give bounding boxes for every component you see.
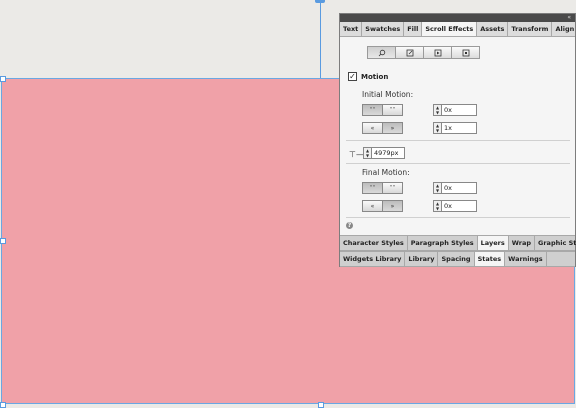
- initial-horizontal-speed-input[interactable]: 1x: [442, 122, 477, 134]
- move-down-button[interactable]: ˅˅: [383, 182, 403, 194]
- move-down-button[interactable]: ˅˅: [383, 104, 403, 116]
- divider: [346, 217, 570, 218]
- move-left-button[interactable]: «: [362, 122, 383, 134]
- tab-transform[interactable]: Transform: [508, 22, 553, 36]
- scroll-effect-mode-bar: [367, 46, 575, 59]
- initial-vertical-speed: ▲ ▼ 0x: [433, 104, 477, 116]
- final-horizontal-speed: ▲ ▼ 0x: [433, 200, 477, 212]
- top-tab-bar: Text Swatches Fill Scroll Effects Assets…: [340, 22, 575, 37]
- tab-warnings[interactable]: Warnings: [505, 252, 547, 266]
- stepper[interactable]: ▲ ▼: [363, 147, 372, 159]
- move-right-button[interactable]: »: [383, 122, 403, 134]
- motion-label: Motion: [361, 72, 389, 81]
- tab-scroll-effects[interactable]: Scroll Effects: [422, 22, 478, 36]
- vertical-guide-line: [320, 0, 321, 78]
- initial-motion-title: Initial Motion:: [362, 90, 414, 99]
- resize-handle-bottom-left[interactable]: [0, 402, 6, 408]
- tab-widgets-library[interactable]: Widgets Library: [340, 252, 406, 266]
- resize-handle-bottom[interactable]: [318, 402, 324, 408]
- motion-checkbox[interactable]: ✓: [348, 72, 357, 81]
- stepper[interactable]: ▲ ▼: [433, 122, 442, 134]
- tab-spacing[interactable]: Spacing: [438, 252, 475, 266]
- stepper[interactable]: ▲ ▼: [433, 104, 442, 116]
- tab-align[interactable]: Align: [552, 22, 576, 36]
- bottom-tab-bar-1: Character Styles Paragraph Styles Layers…: [340, 235, 576, 251]
- panel-header: «: [340, 14, 575, 22]
- initial-horizontal-speed: ▲ ▼ 1x: [433, 122, 477, 134]
- collapse-icon[interactable]: «: [567, 14, 571, 22]
- resize-icon[interactable]: [396, 46, 424, 59]
- move-left-button[interactable]: «: [362, 200, 383, 212]
- final-motion-title: Final Motion:: [362, 168, 410, 177]
- tab-fill[interactable]: Fill: [404, 22, 423, 36]
- tab-wrap[interactable]: Wrap: [509, 236, 536, 250]
- key-position-icon: ⊤—: [349, 150, 364, 159]
- help-icon[interactable]: ?: [346, 222, 353, 229]
- initial-vertical-direction: ˄˄ ˅˅: [362, 104, 403, 116]
- stepper[interactable]: ▲ ▼: [433, 182, 442, 194]
- divider: [346, 140, 570, 141]
- tab-states[interactable]: States: [474, 252, 506, 266]
- move-up-button[interactable]: ˄˄: [362, 104, 383, 116]
- tab-paragraph-styles[interactable]: Paragraph Styles: [408, 236, 478, 250]
- tab-library[interactable]: Library: [405, 252, 439, 266]
- tab-layers[interactable]: Layers: [477, 236, 509, 250]
- tab-swatches[interactable]: Swatches: [362, 22, 405, 36]
- final-vertical-speed: ▲ ▼ 0x: [433, 182, 477, 194]
- properties-panel: « Text Swatches Fill Scroll Effects Asse…: [339, 13, 576, 267]
- final-horizontal-speed-input[interactable]: 0x: [442, 200, 477, 212]
- move-up-button[interactable]: ˄˄: [362, 182, 383, 194]
- tab-character-styles[interactable]: Character Styles: [340, 236, 408, 250]
- slideshow-icon[interactable]: [424, 46, 452, 59]
- resize-handle-left[interactable]: [0, 238, 6, 244]
- initial-vertical-speed-input[interactable]: 0x: [442, 104, 477, 116]
- initial-horizontal-direction: « »: [362, 122, 403, 134]
- key-position-input[interactable]: 4979px: [372, 147, 405, 159]
- move-right-button[interactable]: »: [383, 200, 403, 212]
- final-horizontal-direction: « »: [362, 200, 403, 212]
- tab-text[interactable]: Text: [340, 22, 363, 36]
- key-position-field: ▲ ▼ 4979px: [363, 147, 405, 159]
- divider: [346, 163, 570, 164]
- motion-icon[interactable]: [367, 46, 396, 59]
- final-vertical-speed-input[interactable]: 0x: [442, 182, 477, 194]
- bottom-tab-bar-2: Widgets Library Library Spacing States W…: [340, 251, 575, 267]
- stepper[interactable]: ▲ ▼: [433, 200, 442, 212]
- guide-handle[interactable]: [315, 0, 325, 3]
- tab-graphic-styles[interactable]: Graphic Styles: [535, 236, 576, 250]
- resize-handle-top-left[interactable]: [0, 76, 6, 82]
- tab-assets[interactable]: Assets: [477, 22, 509, 36]
- motion-option[interactable]: ✓ Motion: [348, 72, 388, 81]
- widget-icon[interactable]: [452, 46, 480, 59]
- final-vertical-direction: ˄˄ ˅˅: [362, 182, 403, 194]
